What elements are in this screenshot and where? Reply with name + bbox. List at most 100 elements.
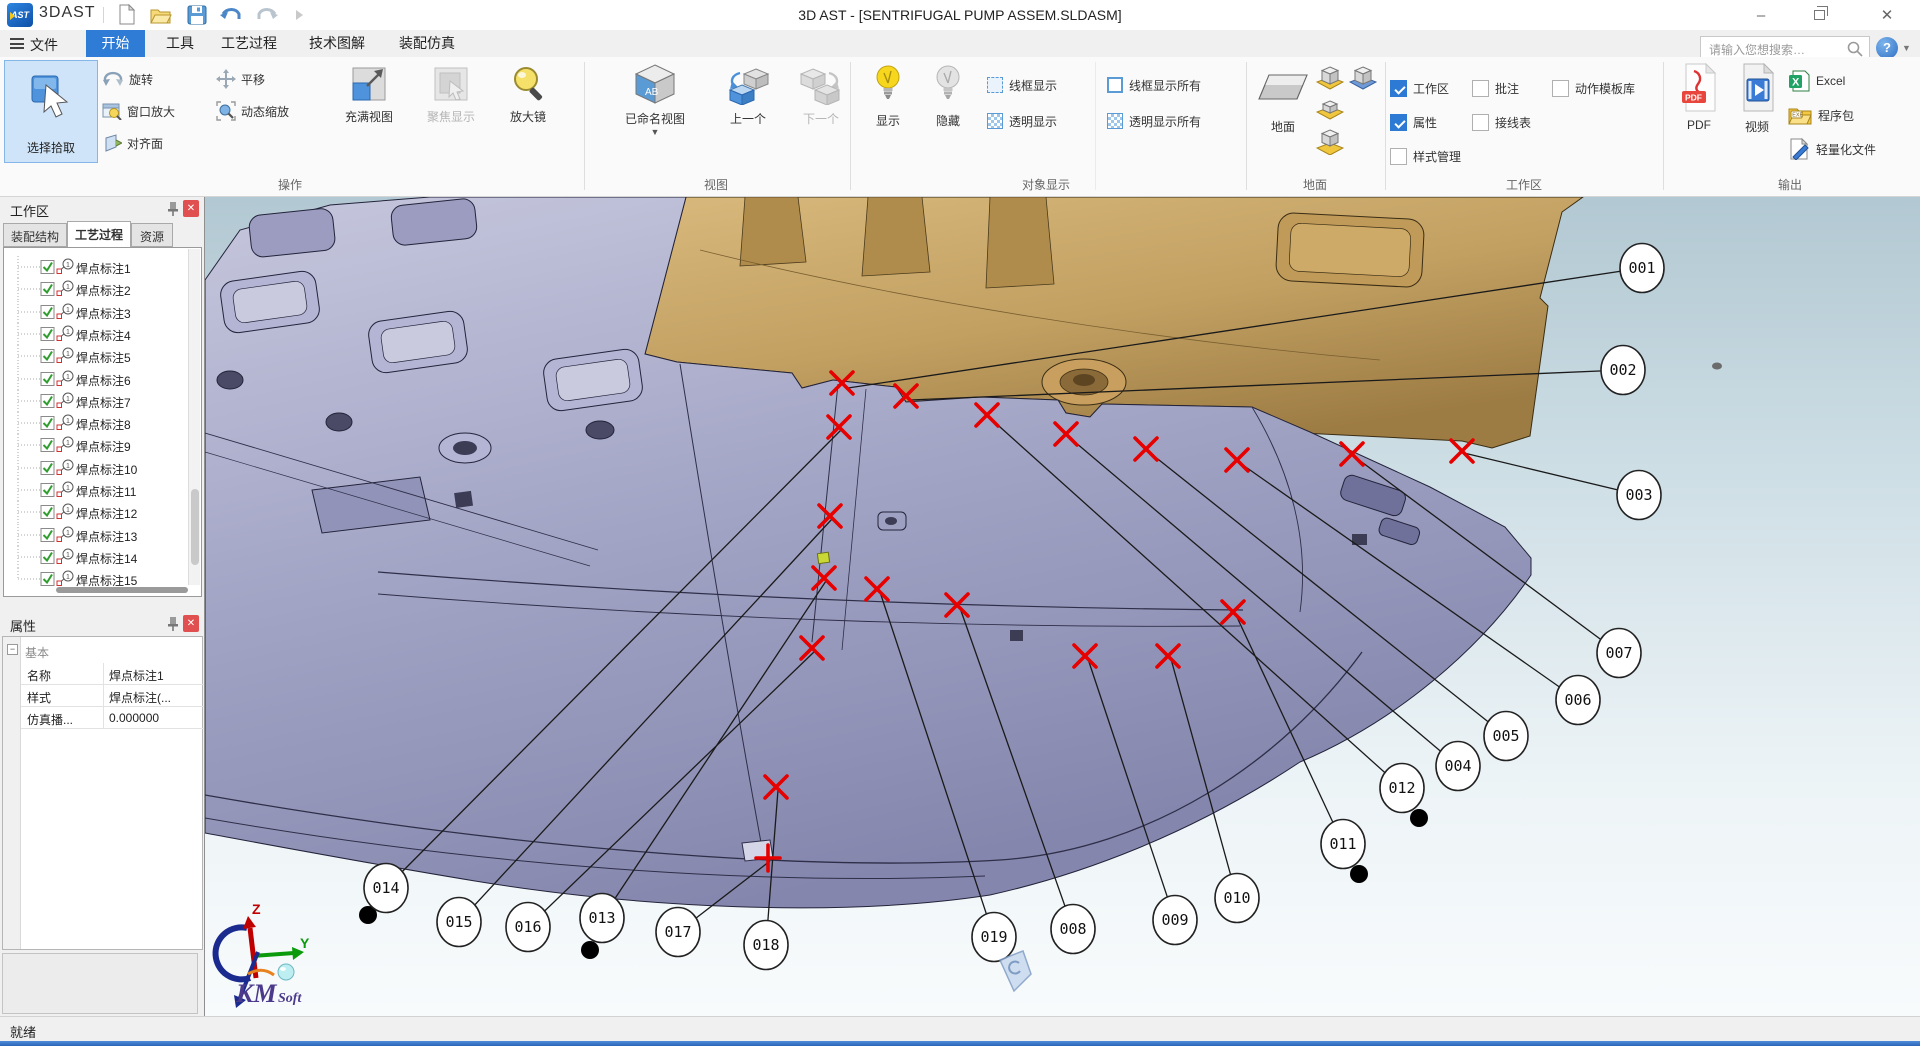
- tab-home[interactable]: 开始: [86, 30, 145, 57]
- menu-file[interactable]: 文件: [30, 35, 58, 55]
- tree-horizontal-scrollbar[interactable]: [56, 587, 188, 593]
- scrollbar-thumb[interactable]: [191, 489, 199, 565]
- redo-button[interactable]: [254, 3, 280, 27]
- properties-checkbox[interactable]: 属性: [1390, 112, 1437, 132]
- ground-option-1-button[interactable]: [1316, 65, 1344, 94]
- tree-item-weld-annotation[interactable]: 1焊点标注11: [4, 479, 194, 501]
- balloon-annotation[interactable]: 010: [1215, 874, 1259, 923]
- export-pdf-button[interactable]: PDF PDF: [1674, 63, 1724, 132]
- property-value[interactable]: 焊点标注1: [109, 667, 164, 684]
- balloon-annotation[interactable]: 006: [1556, 676, 1600, 725]
- transparent-all-button[interactable]: 透明显示所有: [1107, 111, 1201, 131]
- close-button[interactable]: ✕: [1864, 0, 1910, 30]
- help-button[interactable]: ?: [1876, 37, 1898, 59]
- close-icon[interactable]: ✕: [183, 615, 199, 632]
- save-button[interactable]: [184, 3, 210, 27]
- transparent-display-button[interactable]: 透明显示: [987, 111, 1057, 131]
- ground-button[interactable]: 地面: [1252, 71, 1314, 135]
- balloon-annotation[interactable]: 014: [364, 864, 408, 913]
- collapse-icon[interactable]: −: [7, 644, 18, 655]
- export-package-button[interactable]: EXE 程序包: [1788, 105, 1854, 125]
- action-template-checkbox[interactable]: 动作模板库: [1552, 78, 1635, 98]
- tab-assembly-structure[interactable]: 装配结构: [3, 223, 67, 247]
- selected-point-marker[interactable]: [817, 552, 829, 563]
- balloon-annotation[interactable]: 002: [1601, 346, 1645, 395]
- balloon-annotation[interactable]: 012: [1380, 764, 1424, 813]
- property-group-basic[interactable]: − 基本: [3, 641, 202, 661]
- select-pick-button[interactable]: 选择拾取: [4, 60, 98, 163]
- balloon-annotation[interactable]: 017: [656, 908, 700, 957]
- toolbar-more-button[interactable]: [286, 3, 312, 27]
- property-row[interactable]: 名称焊点标注1: [21, 663, 204, 685]
- balloon-annotation[interactable]: 015: [437, 898, 481, 947]
- balloon-annotation[interactable]: 004: [1436, 742, 1480, 791]
- open-file-button[interactable]: [148, 3, 174, 27]
- tree-item-weld-annotation[interactable]: 1焊点标注14: [4, 546, 194, 568]
- focus-display-button[interactable]: 聚焦显示: [413, 65, 489, 125]
- window-zoom-button[interactable]: 窗口放大: [102, 99, 175, 123]
- tree-item-weld-annotation[interactable]: 1焊点标注12: [4, 501, 194, 523]
- annotation-checkbox[interactable]: 批注: [1472, 78, 1519, 98]
- magnifier-button[interactable]: 放大镜: [493, 65, 563, 125]
- style-manager-checkbox[interactable]: 样式管理: [1390, 146, 1461, 166]
- ground-option-4-button[interactable]: [1316, 129, 1344, 158]
- minimize-button[interactable]: –: [1738, 0, 1784, 30]
- tree-item-weld-annotation[interactable]: 1焊点标注6: [4, 368, 194, 390]
- dynamic-zoom-button[interactable]: 动态缩放: [216, 99, 289, 123]
- tree-item-weld-annotation[interactable]: 1焊点标注4: [4, 323, 194, 345]
- undo-button[interactable]: [218, 3, 244, 27]
- show-button[interactable]: 显示: [860, 63, 916, 129]
- viewport-3d[interactable]: 0010020030040050060070080090100110120130…: [205, 197, 1920, 1016]
- property-value[interactable]: 0.000000: [109, 711, 159, 725]
- pin-icon[interactable]: [165, 615, 181, 632]
- export-video-button[interactable]: 视频: [1732, 63, 1782, 135]
- balloon-annotation[interactable]: 011: [1321, 820, 1365, 869]
- balloon-annotation[interactable]: 007: [1597, 629, 1641, 678]
- wireframe-all-button[interactable]: 线框显示所有: [1107, 75, 1201, 95]
- export-lightweight-button[interactable]: 轻量化文件: [1788, 139, 1876, 159]
- workspace-checkbox[interactable]: 工作区: [1390, 78, 1449, 98]
- balloon-annotation[interactable]: 018: [744, 921, 788, 970]
- balloon-annotation[interactable]: 013: [580, 894, 624, 943]
- tree-item-weld-annotation[interactable]: 1焊点标注2: [4, 278, 194, 300]
- balloon-annotation[interactable]: 019: [972, 913, 1016, 962]
- tree-item-weld-annotation[interactable]: 1焊点标注7: [4, 390, 194, 412]
- next-view-button[interactable]: 下一个: [788, 65, 854, 127]
- weld-dot-marker[interactable]: [1350, 865, 1368, 883]
- weld-dot-marker[interactable]: [581, 941, 599, 959]
- balloon-annotation[interactable]: 003: [1617, 471, 1661, 520]
- balloon-annotation[interactable]: 009: [1153, 896, 1197, 945]
- property-row[interactable]: 仿真播...0.000000: [21, 707, 204, 729]
- pin-icon[interactable]: [165, 200, 181, 217]
- tab-resources[interactable]: 资源: [131, 223, 173, 247]
- tree-item-weld-annotation[interactable]: 1焊点标注8: [4, 412, 194, 434]
- ground-option-2-button[interactable]: [1349, 65, 1377, 94]
- wiring-table-checkbox[interactable]: 接线表: [1472, 112, 1531, 132]
- tab-tech-illustration[interactable]: 技术图解: [302, 30, 372, 57]
- property-row[interactable]: 样式焊点标注(...: [21, 685, 204, 707]
- tab-tools[interactable]: 工具: [158, 30, 202, 57]
- named-view-dropdown-icon[interactable]: ▼: [608, 127, 702, 137]
- tree-item-weld-annotation[interactable]: 1焊点标注3: [4, 301, 194, 323]
- balloon-annotation[interactable]: 016: [506, 903, 550, 952]
- export-excel-button[interactable]: X Excel: [1788, 71, 1845, 91]
- tree-item-weld-annotation[interactable]: 1焊点标注13: [4, 524, 194, 546]
- pan-button[interactable]: 平移: [216, 67, 265, 91]
- tree-item-weld-annotation[interactable]: 1焊点标注1: [4, 256, 194, 278]
- weld-dot-marker[interactable]: [1410, 809, 1428, 827]
- hide-button[interactable]: 隐藏: [920, 63, 976, 129]
- previous-view-button[interactable]: 上一个: [712, 65, 784, 127]
- wireframe-display-button[interactable]: 线框显示: [987, 75, 1057, 95]
- property-value[interactable]: 焊点标注(...: [109, 689, 171, 706]
- tree-item-weld-annotation[interactable]: 1焊点标注9: [4, 434, 194, 456]
- tab-assembly-sim[interactable]: 装配仿真: [392, 30, 462, 57]
- balloon-annotation[interactable]: 008: [1051, 905, 1095, 954]
- rotate-button[interactable]: 旋转: [102, 67, 153, 91]
- restore-button[interactable]: [1796, 0, 1842, 30]
- tab-process-tree[interactable]: 工艺过程: [67, 221, 131, 247]
- tree-vertical-scrollbar[interactable]: [188, 249, 200, 585]
- align-face-button[interactable]: 对齐面: [102, 131, 163, 155]
- hamburger-icon[interactable]: [10, 38, 24, 49]
- help-dropdown-icon[interactable]: ▼: [1902, 43, 1911, 53]
- balloon-annotation[interactable]: 001: [1620, 244, 1664, 293]
